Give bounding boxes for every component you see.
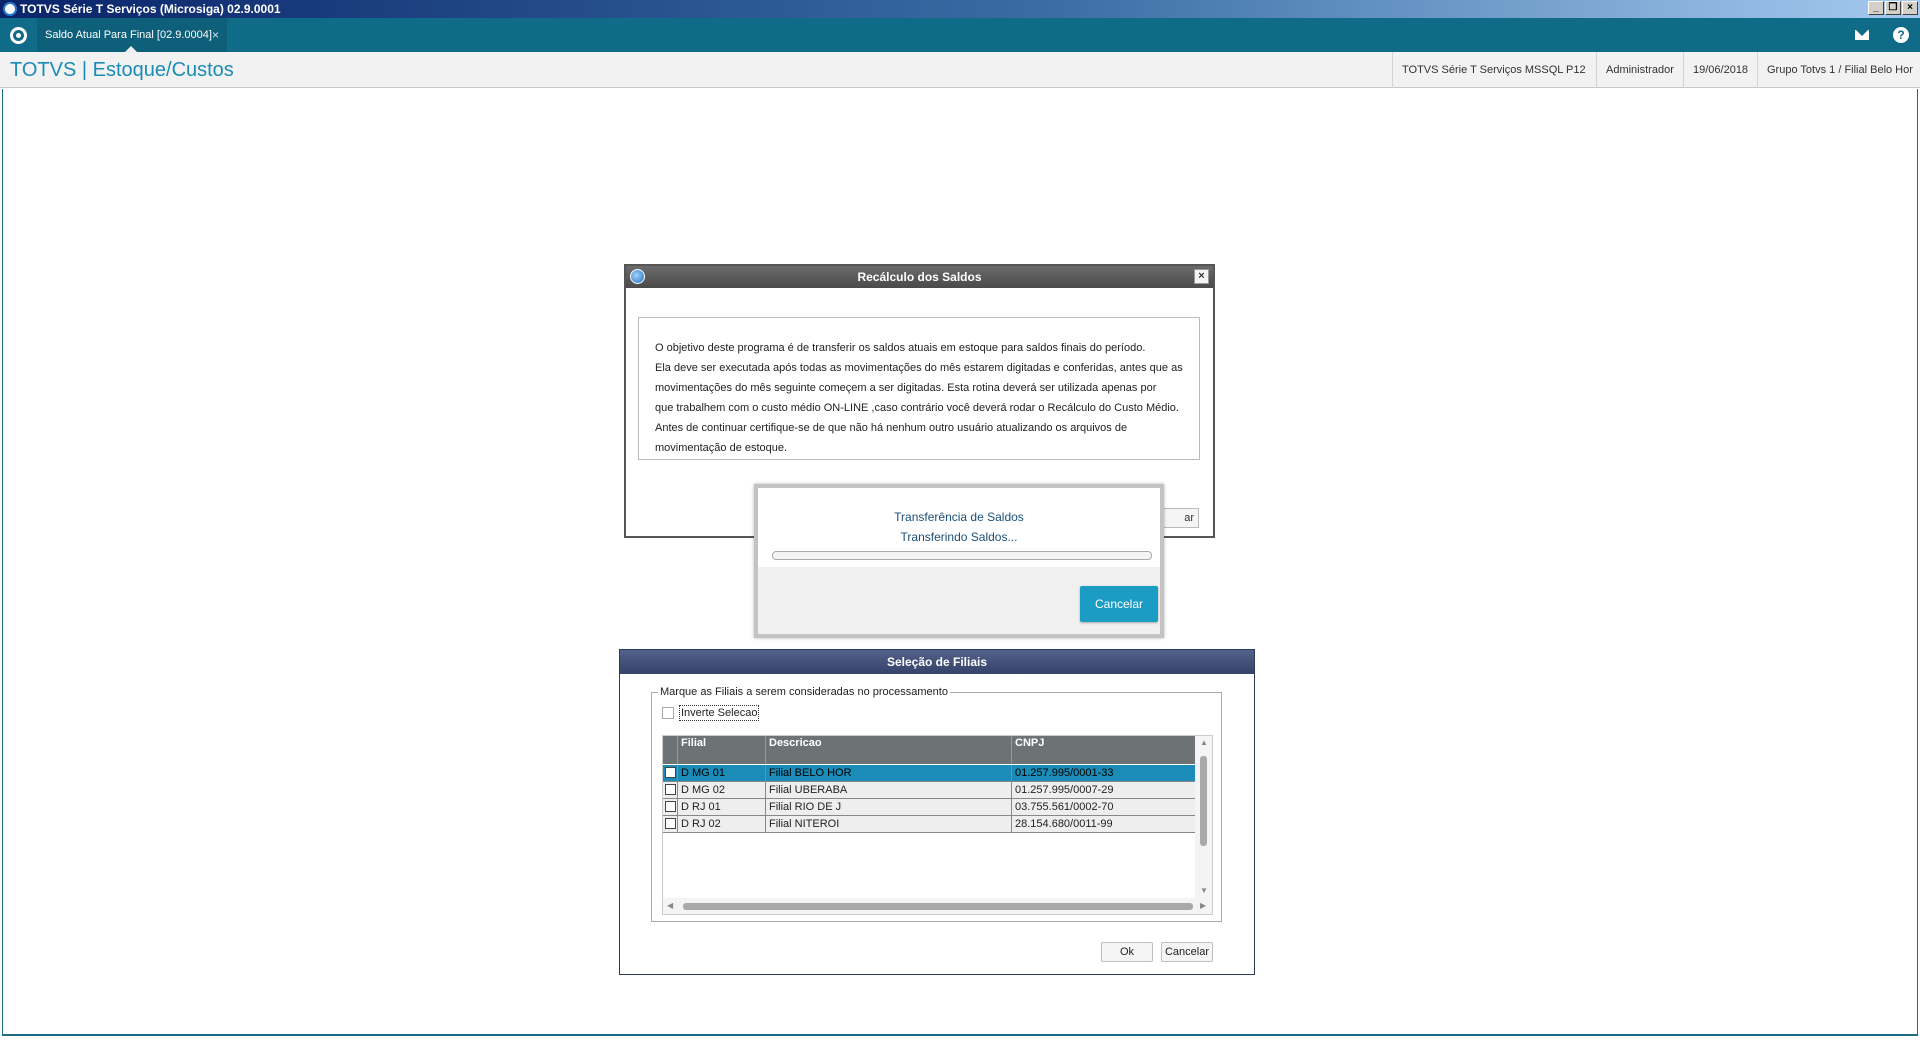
cell-filial: D MG 01 bbox=[677, 765, 765, 781]
branch-info: Grupo Totvs 1 / Filial Belo Hor bbox=[1757, 52, 1920, 88]
totvs-logo-icon[interactable] bbox=[10, 27, 27, 44]
progress-title: Transferência de Saldos bbox=[894, 510, 1024, 524]
table-row[interactable]: D RJ 01 Filial RIO DE J 03.755.561/0002-… bbox=[663, 799, 1195, 816]
table-row[interactable]: D MG 02 Filial UBERABA 01.257.995/0007-2… bbox=[663, 782, 1195, 799]
cell-filial: D RJ 02 bbox=[677, 816, 765, 832]
progress-dialog: Transferência de Saldos Transferindo Sal… bbox=[754, 484, 1164, 638]
tab-saldo-atual[interactable]: Saldo Atual Para Final [02.9.0004] × bbox=[37, 18, 227, 52]
horizontal-scroll-thumb[interactable] bbox=[683, 903, 1193, 910]
dialog-icon bbox=[630, 269, 645, 284]
scroll-left-icon[interactable]: ◀ bbox=[667, 901, 673, 910]
row-checkbox[interactable] bbox=[665, 767, 676, 778]
row-checkbox[interactable] bbox=[665, 784, 676, 795]
cell-filial: D RJ 01 bbox=[677, 799, 765, 815]
filiais-dialog-title: Seleção de Filiais bbox=[620, 650, 1254, 674]
mail-icon[interactable] bbox=[1855, 30, 1869, 40]
description-line: movimentações do mês seguinte começem a … bbox=[655, 382, 1157, 394]
group-legend: Marque as Filiais a serem consideradas n… bbox=[658, 686, 950, 698]
restore-button[interactable]: ❐ bbox=[1885, 1, 1901, 15]
cell-filial: D MG 02 bbox=[677, 782, 765, 798]
cell-cnpj: 28.154.680/0011-99 bbox=[1011, 816, 1195, 832]
column-header-filial[interactable]: Filial bbox=[677, 736, 765, 764]
help-icon[interactable]: ? bbox=[1893, 27, 1909, 43]
invert-selection-checkbox[interactable] bbox=[662, 707, 674, 719]
window-title: TOTVS Série T Serviços (Microsiga) 02.9.… bbox=[20, 2, 281, 16]
cell-descricao: Filial UBERABA bbox=[765, 782, 1011, 798]
close-window-button[interactable]: × bbox=[1902, 1, 1918, 15]
user-info: Administrador bbox=[1596, 52, 1683, 88]
vertical-scrollbar[interactable]: ▲ ▼ bbox=[1195, 736, 1212, 898]
cell-cnpj: 01.257.995/0001-33 bbox=[1011, 765, 1195, 781]
grid-header: Filial Descricao CNPJ bbox=[663, 736, 1195, 764]
cancel-progress-button[interactable]: Cancelar bbox=[1080, 586, 1158, 622]
tab-bar: Saldo Atual Para Final [02.9.0004] × ? bbox=[0, 18, 1920, 52]
column-header-descricao[interactable]: Descricao bbox=[765, 736, 1011, 764]
table-row[interactable]: D MG 01 Filial BELO HOR 01.257.995/0001-… bbox=[663, 765, 1195, 782]
scroll-up-icon[interactable]: ▲ bbox=[1200, 738, 1208, 747]
minimize-button[interactable]: _ bbox=[1868, 1, 1884, 15]
hidden-button[interactable]: ar bbox=[1163, 508, 1199, 528]
cell-descricao: Filial NITEROI bbox=[765, 816, 1011, 832]
close-icon[interactable]: × bbox=[1194, 269, 1209, 284]
vertical-scroll-thumb[interactable] bbox=[1200, 756, 1207, 846]
date-info: 19/06/2018 bbox=[1683, 52, 1757, 88]
check-column-header bbox=[663, 736, 677, 764]
tab-label: Saldo Atual Para Final [02.9.0004] bbox=[45, 29, 212, 41]
filiais-grid: Filial Descricao CNPJ D MG 01 Filial BEL… bbox=[662, 735, 1213, 915]
description-line: Ela deve ser executada após todas as mov… bbox=[655, 362, 1183, 374]
ok-button[interactable]: Ok bbox=[1101, 942, 1153, 962]
environment-info: TOTVS Série T Serviços MSSQL P12 bbox=[1392, 52, 1595, 88]
os-titlebar: TOTVS Série T Serviços (Microsiga) 02.9.… bbox=[0, 0, 1920, 18]
description-line: que trabalhem com o custo médio ON-LINE … bbox=[655, 402, 1179, 414]
row-checkbox[interactable] bbox=[665, 801, 676, 812]
row-checkbox[interactable] bbox=[665, 818, 676, 829]
cell-cnpj: 01.257.995/0007-29 bbox=[1011, 782, 1195, 798]
description-line: O objetivo deste programa é de transferi… bbox=[655, 342, 1146, 354]
scroll-down-icon[interactable]: ▼ bbox=[1200, 886, 1208, 895]
description-line: Antes de continuar certifique-se de que … bbox=[655, 422, 1128, 434]
module-title: TOTVS | Estoque/Custos bbox=[10, 59, 234, 81]
progress-panel: Transferência de Saldos Transferindo Sal… bbox=[758, 488, 1160, 567]
column-header-cnpj[interactable]: CNPJ bbox=[1011, 736, 1195, 764]
invert-selection-label[interactable]: Inverte Selecao bbox=[679, 705, 760, 721]
tab-close-icon[interactable]: × bbox=[212, 18, 219, 52]
progress-status: Transferindo Saldos... bbox=[900, 530, 1018, 544]
cell-descricao: Filial BELO HOR bbox=[765, 765, 1011, 781]
description-line: movimentação de estoque. bbox=[655, 442, 788, 454]
recalc-dialog-title: Recálculo dos Saldos bbox=[857, 270, 982, 284]
app-icon bbox=[3, 2, 17, 16]
cell-cnpj: 03.755.561/0002-70 bbox=[1011, 799, 1195, 815]
description-box: O objetivo deste programa é de transferi… bbox=[638, 317, 1200, 460]
horizontal-scrollbar[interactable]: ◀ ▶ bbox=[663, 898, 1212, 914]
cancel-button[interactable]: Cancelar bbox=[1161, 942, 1213, 962]
module-header: TOTVS | Estoque/Custos TOTVS Série T Ser… bbox=[0, 52, 1920, 88]
scroll-right-icon[interactable]: ▶ bbox=[1200, 901, 1206, 910]
cell-descricao: Filial RIO DE J bbox=[765, 799, 1011, 815]
progress-bar bbox=[772, 551, 1152, 560]
recalc-dialog-titlebar: Recálculo dos Saldos × bbox=[626, 266, 1213, 288]
filiais-dialog: Seleção de Filiais Marque as Filiais a s… bbox=[619, 649, 1255, 975]
filiais-group: Marque as Filiais a serem consideradas n… bbox=[651, 686, 1222, 922]
table-row[interactable]: D RJ 02 Filial NITEROI 28.154.680/0011-9… bbox=[663, 816, 1195, 833]
